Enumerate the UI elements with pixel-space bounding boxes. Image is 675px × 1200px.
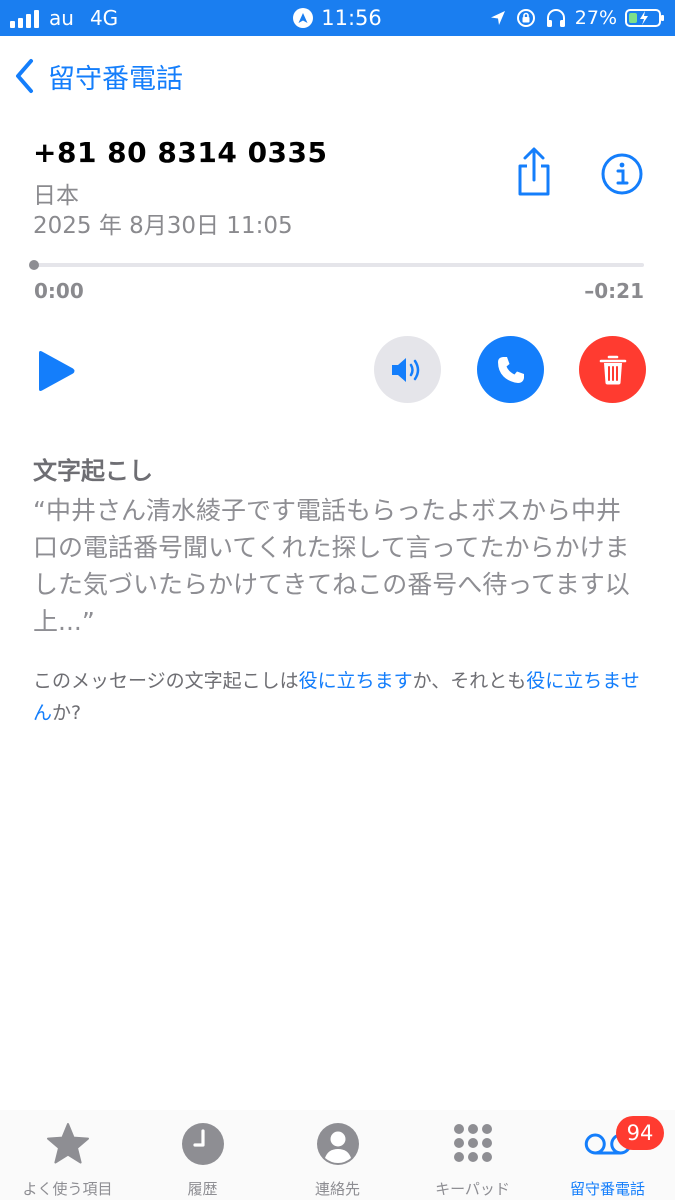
tab-recents[interactable]: 履歴 (135, 1120, 270, 1200)
tab-contacts-label: 連絡先 (314, 1180, 360, 1198)
share-icon (518, 147, 550, 196)
rotation-lock-icon (516, 9, 535, 27)
voicemail-date: 2025 年 8月30日 11:05 (33, 213, 293, 239)
share-button[interactable] (512, 146, 556, 198)
transcription-heading: 文字起こし (33, 457, 153, 485)
transcription-feedback: このメッセージの文字起こしは役に立ちますか、それとも役に立ちませんか? (33, 665, 648, 729)
tab-contacts[interactable]: 連絡先 (270, 1120, 405, 1200)
playback-progress-slider[interactable] (29, 260, 644, 270)
call-back-button[interactable] (477, 336, 544, 403)
caller-country: 日本 (33, 183, 79, 209)
headphones-icon (546, 9, 565, 27)
useful-link[interactable]: 役に立ちます (299, 670, 413, 692)
delete-button[interactable] (579, 336, 646, 403)
remaining-time: –0:21 (584, 279, 644, 303)
battery-icon (625, 9, 664, 27)
back-button[interactable]: 留守番電話 (14, 54, 183, 98)
tab-bar: よく使う項目 履歴 連絡先 キーパッド 留守番電話 (0, 1110, 675, 1200)
location-arrow-icon (490, 11, 505, 25)
battery-percent: 27% (574, 7, 617, 29)
navigation-active-icon (293, 8, 314, 28)
person-icon (314, 1120, 362, 1168)
feedback-middle: か、それとも (412, 670, 527, 692)
battery-level (629, 13, 637, 23)
status-time: 11:56 (321, 6, 382, 30)
elapsed-time: 0:00 (34, 279, 84, 303)
tab-favorites[interactable]: よく使う項目 (0, 1120, 135, 1200)
play-icon (39, 351, 75, 391)
play-button[interactable] (36, 350, 76, 392)
trash-icon (599, 355, 626, 384)
tab-recents-label: 履歴 (187, 1180, 218, 1198)
feedback-suffix: か? (52, 702, 82, 724)
tab-keypad-label: キーパッド (435, 1180, 510, 1198)
tab-keypad[interactable]: キーパッド (405, 1120, 540, 1200)
info-icon (601, 153, 643, 195)
back-button-label: 留守番電話 (48, 63, 183, 95)
speaker-button[interactable] (374, 336, 441, 403)
tab-voicemail-label: 留守番電話 (569, 1180, 645, 1198)
feedback-prefix: このメッセージの文字起こしは (33, 670, 299, 692)
progress-knob[interactable] (29, 260, 39, 270)
voicemail-count-badge: 94 (616, 1116, 664, 1150)
info-button[interactable] (600, 152, 644, 196)
star-icon (44, 1120, 92, 1168)
status-right: 27% (489, 0, 664, 36)
status-bar: au 4G 11:56 27% (0, 0, 675, 36)
chevron-left-icon (16, 59, 33, 93)
phone-icon (497, 356, 524, 383)
caller-number: +81 80 8314 0335 (33, 136, 328, 169)
speaker-icon (391, 357, 419, 382)
clock-icon (179, 1120, 227, 1168)
keypad-icon (449, 1120, 497, 1168)
transcription-text: “中井さん清水綾子です電話もらったよボスから中井口の電話番号聞いてくれた探して言… (33, 496, 630, 636)
tab-favorites-label: よく使う項目 (22, 1180, 113, 1198)
